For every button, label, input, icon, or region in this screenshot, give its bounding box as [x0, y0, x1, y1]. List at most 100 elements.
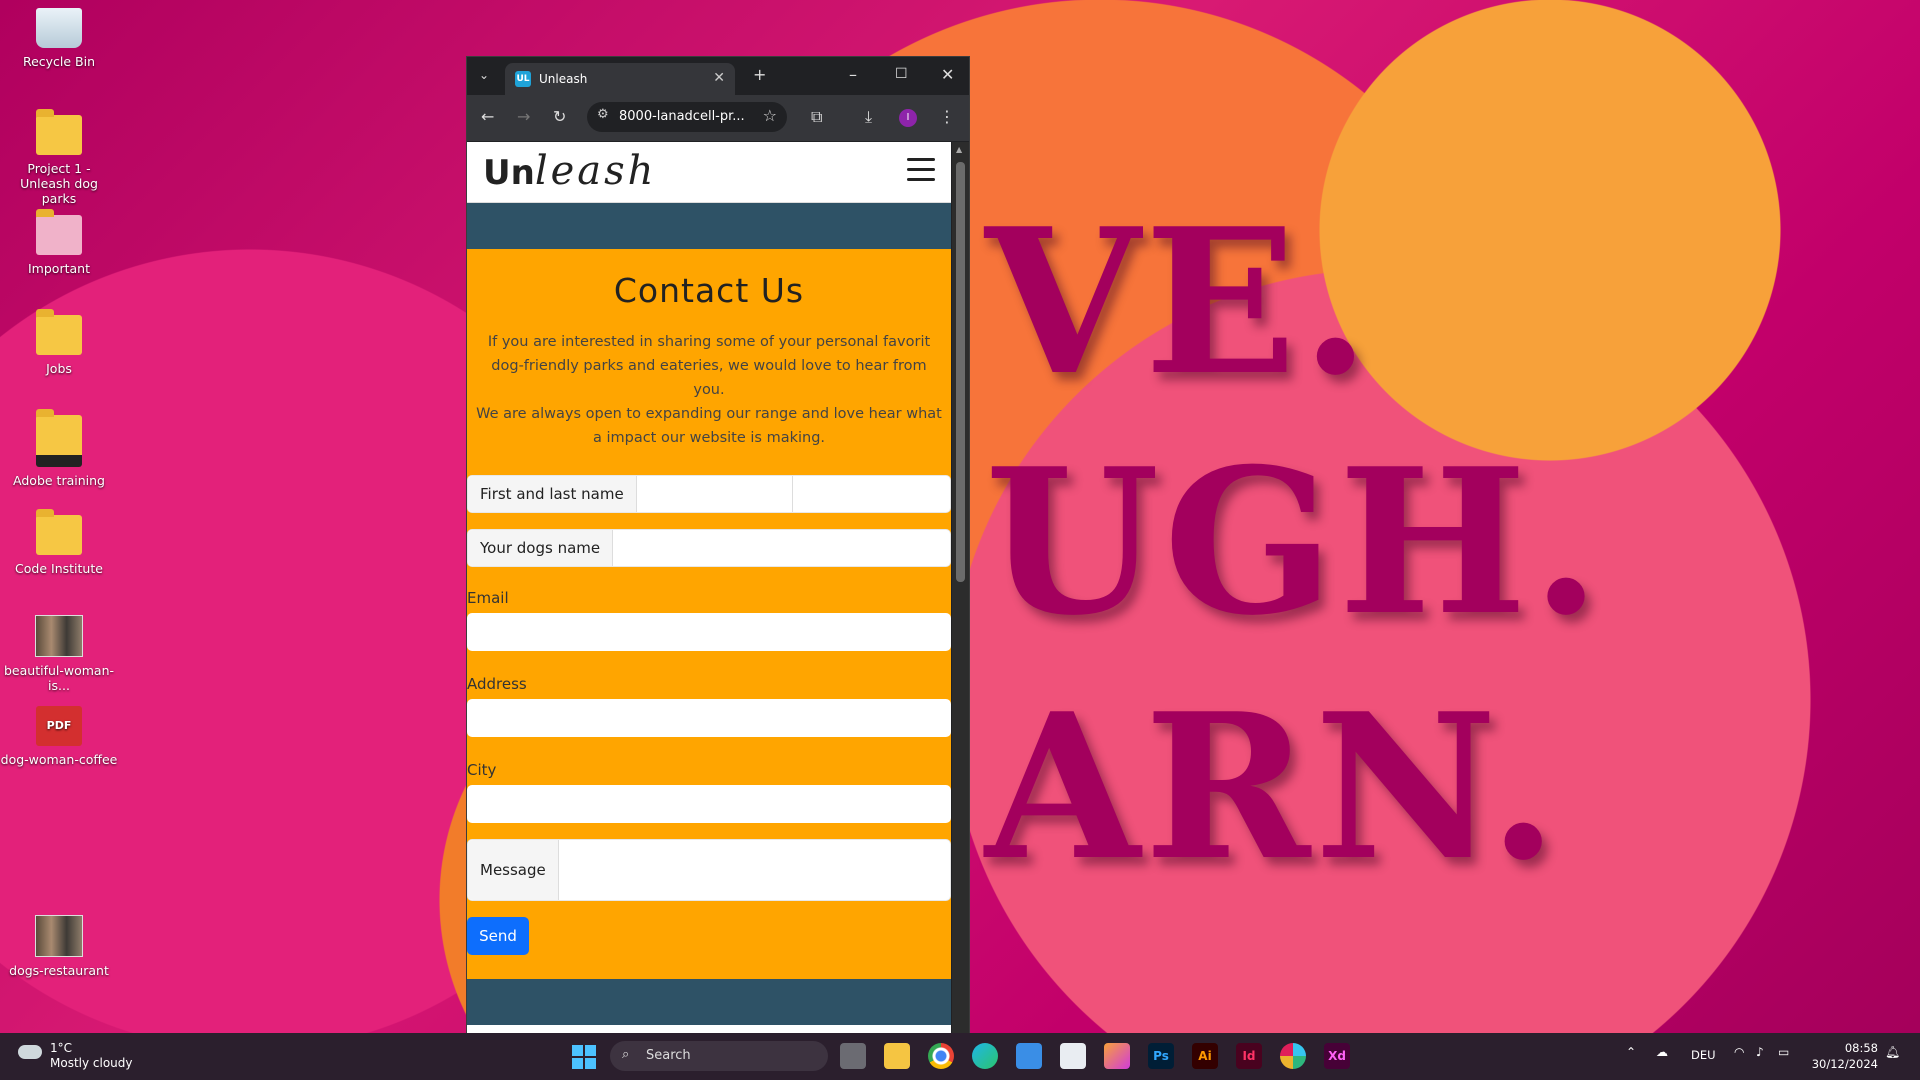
indesign-icon[interactable]: Id	[1236, 1043, 1262, 1069]
close-window-icon[interactable]: ✕	[941, 65, 954, 84]
notifications-icon[interactable]: 🔔︎	[1885, 1045, 1900, 1059]
recycle-bin-icon	[36, 8, 82, 48]
name-label: First and last name	[468, 476, 637, 512]
folder-icon	[36, 409, 82, 467]
first-name-input[interactable]	[630, 476, 790, 512]
site-logo[interactable]: Unleash	[483, 148, 656, 194]
show-hidden-icons[interactable]: ⌃	[1626, 1045, 1636, 1059]
reload-icon[interactable]: ↻	[553, 107, 566, 126]
desktop-icon-dog-woman-coffee[interactable]: PDF dog-woman-coffee	[0, 706, 118, 767]
page-viewport: Unleash Contact Us If you are interested…	[467, 142, 951, 1034]
site-info-icon[interactable]: ⚙	[597, 107, 609, 122]
folder-icon	[36, 309, 82, 355]
page-scrollbar[interactable]: ▲	[952, 142, 969, 1034]
desktop-icon-label: Important	[28, 261, 90, 276]
desktop-icon-label: dog-woman-coffee	[0, 752, 118, 767]
image-file-icon	[35, 915, 83, 957]
wallpaper-word-2: UGH.	[985, 425, 1605, 660]
file-explorer-icon[interactable]	[884, 1043, 910, 1069]
illustrator-icon[interactable]: Ai	[1192, 1043, 1218, 1069]
slack-icon[interactable]	[1280, 1043, 1306, 1069]
onedrive-icon[interactable]: ☁	[1656, 1045, 1668, 1059]
desktop-icon-adobe-training[interactable]: Adobe training	[0, 409, 118, 488]
back-icon[interactable]: ←	[481, 107, 494, 126]
minimize-icon[interactable]: –	[849, 65, 857, 84]
volume-icon[interactable]: ♪	[1756, 1045, 1764, 1059]
clock-time: 08:58	[1844, 1041, 1878, 1055]
message-textarea[interactable]	[560, 840, 950, 900]
desktop-icon-important[interactable]: Important	[0, 209, 118, 276]
close-tab-icon[interactable]: ✕	[713, 70, 725, 86]
url-text: 8000-lanadcell-pr...	[619, 109, 745, 124]
taskbar: 1°C Mostly cloudy ⌕ Search Ps Ai Id Xd ⌃…	[0, 1033, 1920, 1080]
photos-icon[interactable]	[1104, 1043, 1130, 1069]
desktop-icon-dogs-restaurant[interactable]: dogs-restaurant	[0, 915, 118, 978]
temperature-text: 1°C	[50, 1041, 73, 1055]
scroll-up-icon[interactable]: ▲	[956, 145, 962, 154]
menu-kebab-icon[interactable]: ⋮	[939, 107, 955, 126]
xd-icon[interactable]: Xd	[1324, 1043, 1350, 1069]
new-tab-icon[interactable]: +	[753, 65, 766, 84]
profile-avatar[interactable]: I	[899, 109, 917, 127]
favicon-icon: UL	[515, 71, 531, 87]
desktop-icon-code-institute[interactable]: Code Institute	[0, 509, 118, 576]
chrome-icon[interactable]	[928, 1043, 954, 1069]
dog-name-input-group: Your dogs name	[467, 529, 951, 567]
start-windows-icon[interactable]	[572, 1045, 596, 1069]
battery-icon[interactable]: ▭	[1778, 1045, 1789, 1059]
contact-intro-2: We are always open to expanding our rang…	[476, 406, 942, 446]
wifi-icon[interactable]: ◠	[1734, 1045, 1744, 1059]
desktop-icon-beautiful-woman[interactable]: beautiful-woman-is...	[0, 615, 118, 693]
browser-toolbar: ← → ↻ ⚙ 8000-lanadcell-pr... ☆ ⧉ ⤓ I ⋮	[467, 95, 969, 141]
send-button[interactable]: Send	[467, 917, 529, 955]
image-file-icon	[35, 615, 83, 657]
download-icon[interactable]: ⤓	[865, 107, 872, 127]
hero-band	[467, 203, 951, 249]
tab-search-icon[interactable]: ⌄	[479, 68, 489, 82]
address-bar[interactable]: ⚙ 8000-lanadcell-pr... ☆	[587, 102, 787, 132]
store-icon[interactable]	[1016, 1043, 1042, 1069]
tab-bar: ⌄ UL Unleash ✕ + – ☐ ✕	[467, 57, 969, 95]
contact-title: Contact Us	[613, 271, 805, 310]
contact-intro-1: If you are interested in sharing some of…	[487, 334, 931, 398]
desktop-icon-project-1[interactable]: Project 1 - Unleash dog parks	[0, 109, 118, 206]
calendar-icon[interactable]	[1060, 1043, 1086, 1069]
tab-unleash[interactable]: UL Unleash ✕	[505, 63, 735, 95]
desktop-icon-label: Code Institute	[15, 561, 103, 576]
folder-icon	[36, 209, 82, 255]
message-label: Message	[468, 840, 559, 900]
desktop-icon-label: Project 1 - Unleash dog parks	[20, 161, 98, 206]
desktop-icon-jobs[interactable]: Jobs	[0, 309, 118, 376]
bookmark-star-icon[interactable]: ☆	[763, 106, 777, 125]
maximize-icon[interactable]: ☐	[895, 66, 908, 82]
language-indicator[interactable]: DEU	[1691, 1048, 1716, 1062]
logo-italic-part: leash	[534, 148, 657, 194]
site-navbar: Unleash	[467, 142, 951, 203]
clock[interactable]: 08:58 30/12/2024	[1812, 1040, 1878, 1072]
extensions-icon[interactable]: ⧉	[811, 107, 822, 127]
tab-title: Unleash	[539, 72, 588, 86]
taskbar-search[interactable]: ⌕ Search	[610, 1041, 828, 1071]
last-name-input[interactable]	[794, 476, 950, 512]
task-view-icon[interactable]	[840, 1043, 866, 1069]
city-field[interactable]	[467, 785, 951, 823]
dog-name-input[interactable]	[610, 530, 950, 566]
address-field[interactable]	[467, 699, 951, 737]
weather-text: Mostly cloudy	[50, 1056, 133, 1070]
logo-bold-part: Un	[483, 153, 535, 193]
desktop-icon-recycle-bin[interactable]: Recycle Bin	[0, 8, 118, 69]
desktop-icon-label: beautiful-woman-is...	[3, 663, 115, 693]
desktop-icon-label: Jobs	[46, 361, 72, 376]
desktop-icon-label: Recycle Bin	[22, 54, 96, 69]
message-input-group: Message	[467, 839, 951, 901]
hamburger-menu-icon[interactable]	[907, 158, 935, 182]
browser-window: ⌄ UL Unleash ✕ + – ☐ ✕ ← → ↻ ⚙ 8000-lana…	[466, 56, 970, 1035]
forward-icon[interactable]: →	[517, 107, 530, 126]
edge-icon[interactable]	[972, 1043, 998, 1069]
email-field[interactable]	[467, 613, 951, 651]
address-label: Address	[467, 675, 527, 693]
photoshop-icon[interactable]: Ps	[1148, 1043, 1174, 1069]
pdf-file-icon: PDF	[36, 706, 82, 746]
search-placeholder: Search	[646, 1048, 691, 1063]
scrollbar-thumb[interactable]	[956, 162, 965, 582]
